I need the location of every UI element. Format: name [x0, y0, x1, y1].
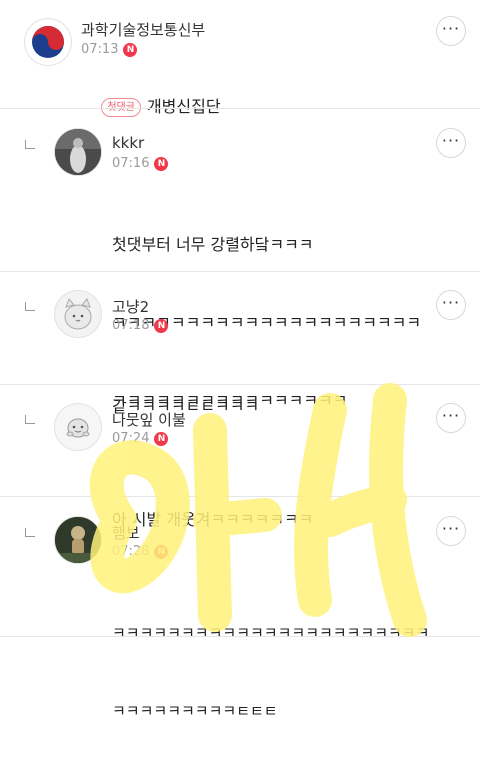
author-name[interactable]: 과학기술정보통신부	[81, 19, 205, 40]
comment-text-line: 첫댓부터 너무 강렬하닼ㅋㅋㅋ	[112, 235, 314, 254]
comment-text: 개병신집단	[146, 97, 221, 116]
reply-indent-icon	[25, 140, 35, 149]
timestamp: 07:13 N	[81, 42, 138, 57]
comment-body: 첫댓글개병신집단	[81, 68, 221, 146]
author-name[interactable]: 햄보	[112, 522, 140, 543]
new-badge: N	[154, 319, 169, 333]
profile-photo-icon	[55, 129, 101, 175]
avatar[interactable]	[54, 128, 102, 176]
divider	[0, 271, 480, 272]
divider	[0, 108, 480, 109]
reply-indent-icon	[25, 528, 35, 537]
new-badge: N	[154, 157, 169, 171]
avatar[interactable]	[54, 290, 102, 338]
more-options-button[interactable]: ···	[436, 16, 466, 46]
timestamp: 07:24 N	[112, 431, 169, 446]
taegeuk-logo-icon	[32, 26, 64, 58]
more-options-button[interactable]: ···	[436, 403, 466, 433]
character-icon	[66, 418, 90, 438]
new-badge: N	[154, 432, 169, 446]
author-name[interactable]: 나뭇잎 이불	[112, 409, 186, 430]
time-text: 07:16	[112, 156, 150, 171]
comment-body: ㅋㅋㅋㅋㅋㅋㅋㅋㅋㅋㅋㅋㅋㅋㅋㅋㅋㅋㅋㅋㅋㅋㅋ ㅋㅋㅋㅋㅋㅋㅋㅋㅋㅌㅌㅌ	[112, 568, 429, 776]
reply-indent-icon	[25, 302, 35, 311]
avatar[interactable]	[54, 516, 102, 564]
avatar[interactable]	[54, 403, 102, 451]
time-text: 07:28	[112, 544, 150, 559]
divider	[0, 496, 480, 497]
new-badge: N	[123, 43, 138, 57]
divider	[0, 384, 480, 385]
comment-text: 아 시발 개웃겨ㅋㅋㅋㅋㅋㅋㅋ	[112, 510, 314, 529]
reply-indent-icon	[25, 415, 35, 424]
comment-text-line: ㅋㅋㅋㅋㅋㅋㅋㅋㅋㅌㅌㅌ	[112, 702, 278, 720]
author-name[interactable]: kkkr	[112, 134, 144, 152]
timestamp: 07:16 N	[112, 156, 169, 171]
cat-character-icon	[64, 298, 92, 330]
more-options-button[interactable]: ···	[436, 128, 466, 158]
timestamp: 07:28 N	[112, 544, 169, 559]
time-text: 07:24	[112, 431, 150, 446]
divider	[0, 636, 480, 637]
author-name[interactable]: 고냥2	[112, 296, 149, 317]
timestamp: 07:18 N	[112, 318, 169, 333]
time-text: 07:18	[112, 318, 150, 333]
comment-text-line: ㅋㅋㅋㅋㅋㅋㅋㅋㅋㅋㅋㅋㅋㅋㅋㅋㅋㅋㅋㅋㅋㅋㅋ	[112, 624, 430, 642]
more-options-button[interactable]: ···	[436, 290, 466, 320]
time-text: 07:13	[81, 42, 119, 57]
comment-body: 아 시발 개웃겨ㅋㅋㅋㅋㅋㅋㅋ	[112, 455, 314, 585]
profile-photo-icon	[55, 517, 101, 563]
new-badge: N	[154, 545, 169, 559]
comment-body: 같ㅋㅋㅋㅋㅌㅌㅋㅋㅋ	[112, 342, 259, 472]
more-options-button[interactable]: ···	[436, 516, 466, 546]
avatar[interactable]	[24, 18, 72, 66]
